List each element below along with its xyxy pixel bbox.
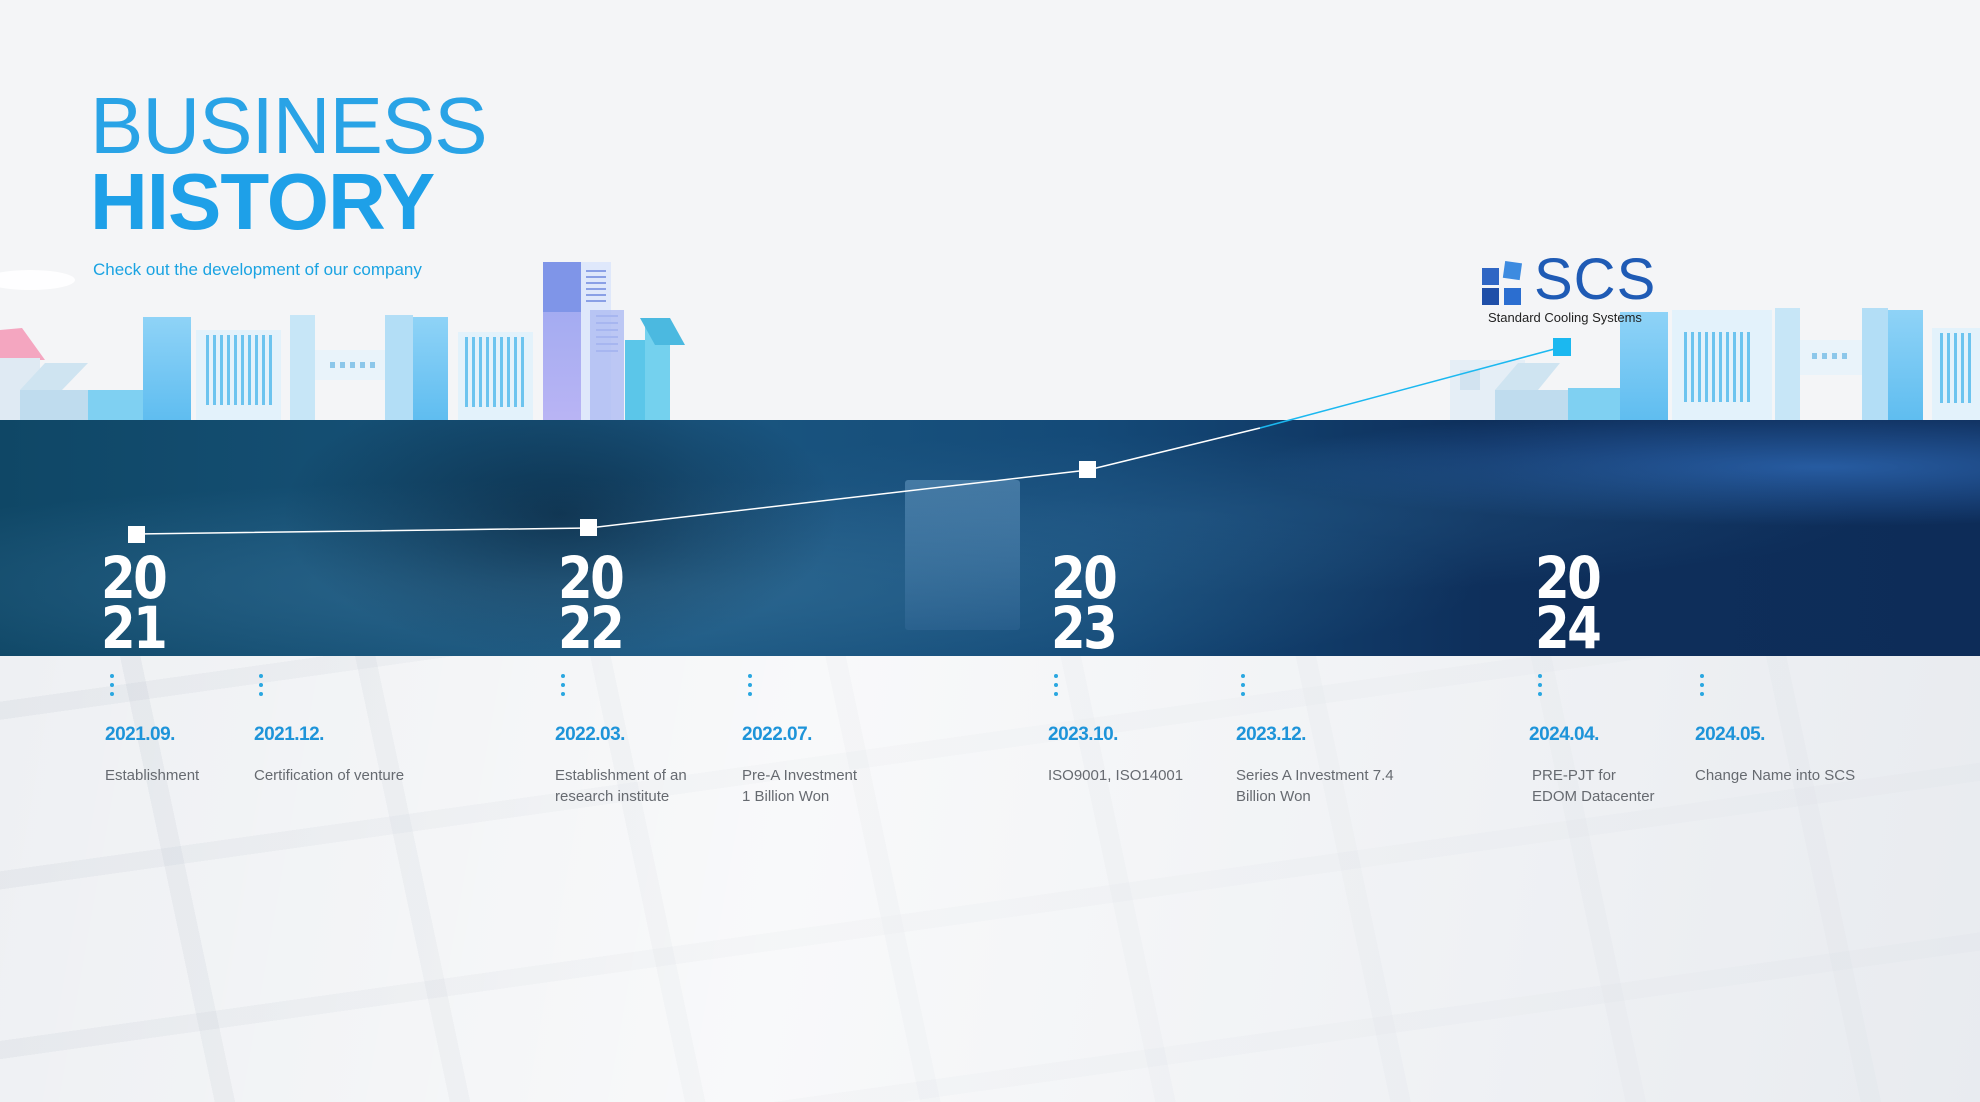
event-date: 2021.09.	[105, 724, 175, 745]
scs-logo-tagline: Standard Cooling Systems	[1488, 310, 1642, 325]
event-connector-dots	[1538, 674, 1544, 696]
scs-logo-mark-icon	[1482, 260, 1523, 305]
event-description: Pre-A Investment 1 Billion Won	[742, 767, 858, 805]
year-label-2023: 20 23	[1051, 544, 1118, 662]
event-description: ISO9001, ISO14001	[1048, 767, 1184, 784]
banner-screen-glow	[905, 480, 1020, 630]
event-connector-dots	[1700, 674, 1706, 696]
event-date: 2022.03.	[555, 724, 625, 745]
event-date: 2022.07.	[742, 724, 812, 745]
event-date: 2021.12.	[254, 724, 324, 745]
background-floor	[0, 655, 1980, 1102]
event-description: Certification of venture	[254, 767, 405, 784]
event-connector-dots	[748, 674, 754, 696]
event-date: 2023.12.	[1236, 724, 1306, 745]
event-description: Establishment	[105, 767, 200, 784]
event-date: 2024.04.	[1529, 724, 1599, 745]
title-line-history: HISTORY	[90, 157, 435, 246]
event-date: 2024.05.	[1695, 724, 1765, 745]
title-line-business: BUSINESS	[90, 81, 488, 170]
event-connector-dots	[110, 674, 116, 696]
year-label-2022: 20 22	[558, 544, 625, 662]
event-date: 2023.10.	[1048, 724, 1118, 745]
scs-logo-text: SCS	[1534, 247, 1657, 312]
event-description: Establishment of an research institute	[555, 767, 687, 805]
event-description: Change Name into SCS	[1695, 767, 1856, 784]
event-connector-dots	[1054, 674, 1060, 696]
year-label-2021: 20 21	[101, 544, 168, 662]
event-connector-dots	[259, 674, 265, 696]
year-label-2024: 20 24	[1535, 544, 1602, 662]
event-description: Series A Investment 7.4 Billion Won	[1236, 767, 1394, 805]
event-connector-dots	[1241, 674, 1247, 696]
skyline-left-illustration	[0, 240, 700, 420]
page-title: BUSINESS HISTORY	[90, 81, 488, 246]
event-connector-dots	[561, 674, 567, 696]
timeline-banner	[0, 420, 1980, 656]
event-description: PRE-PJT for EDOM Datacenter	[1532, 767, 1655, 805]
